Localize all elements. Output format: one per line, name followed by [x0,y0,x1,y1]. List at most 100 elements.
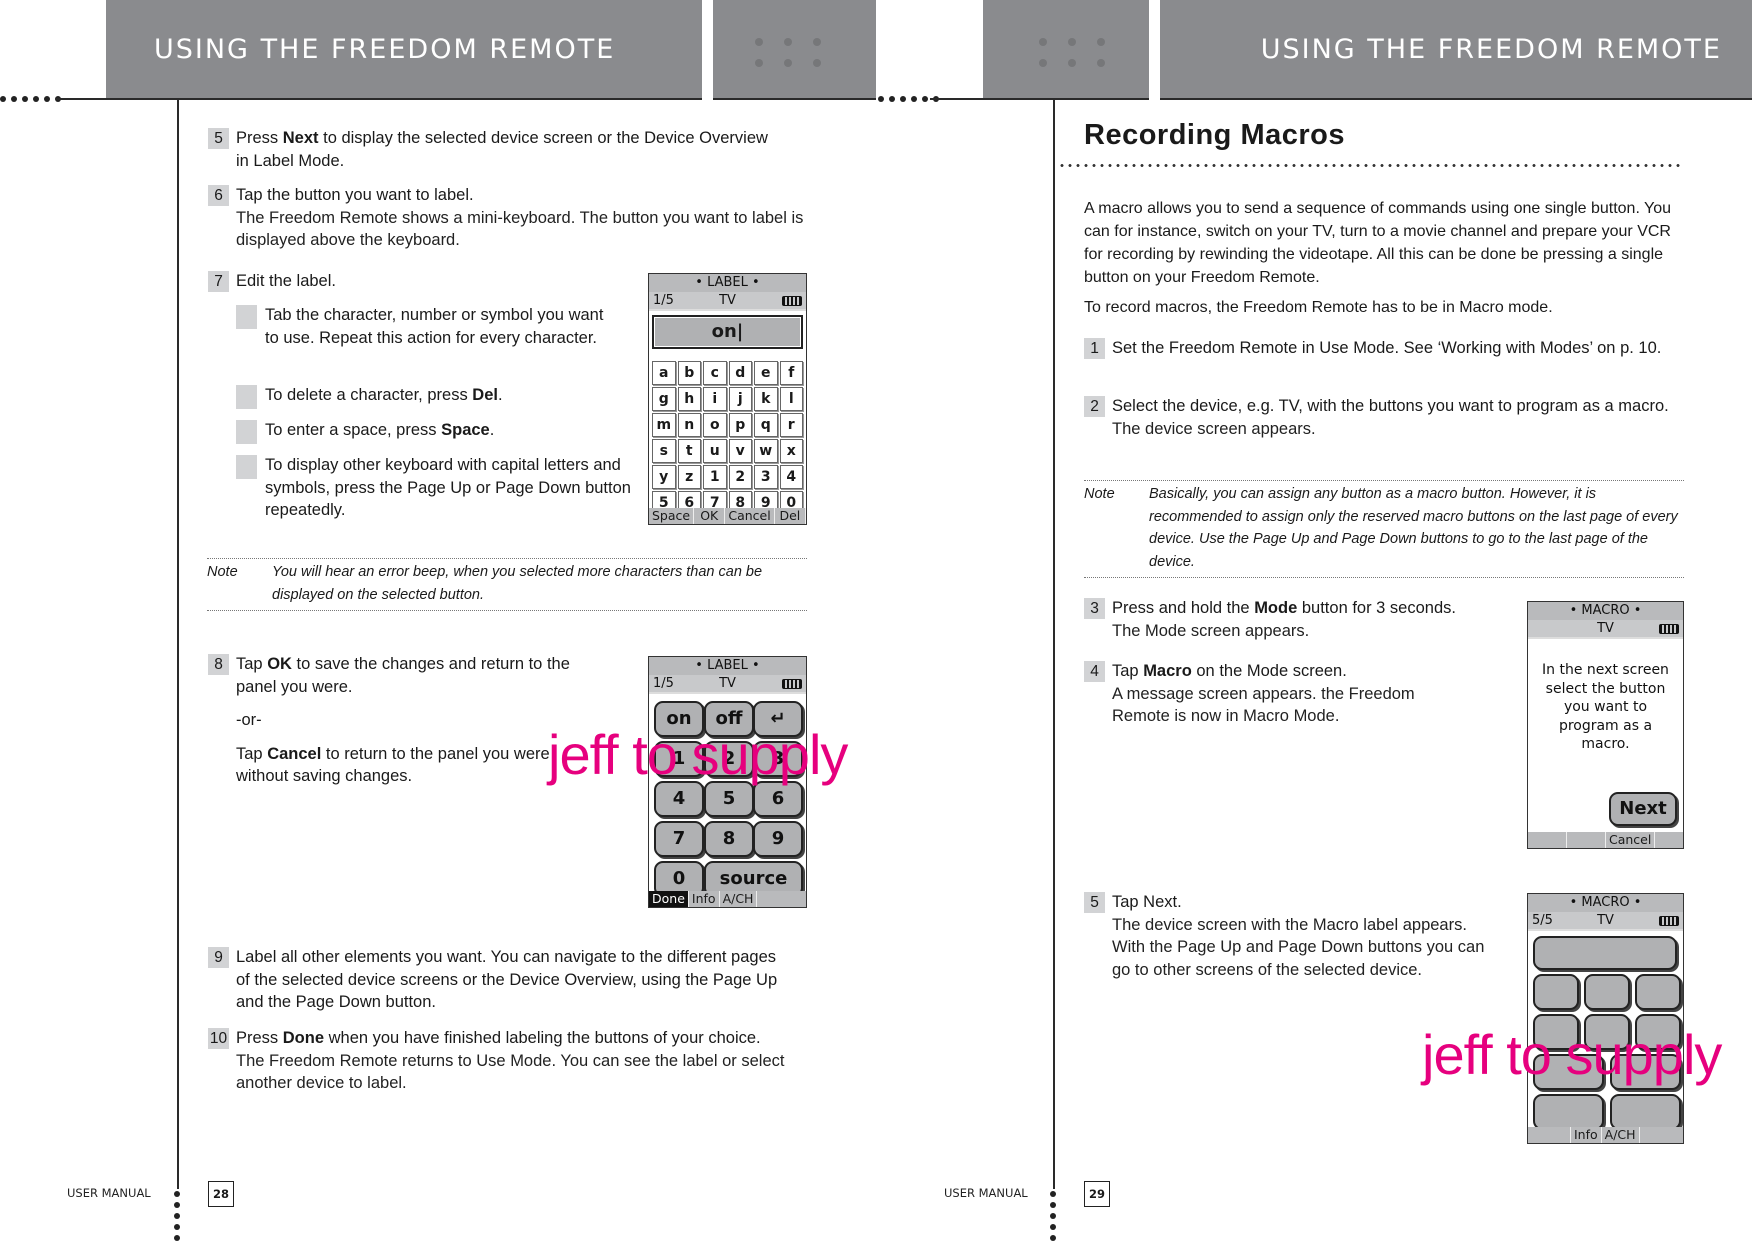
keyboard-key[interactable]: n [677,413,701,437]
footer-button-ok[interactable]: OK [694,508,726,524]
bullet-square [236,385,257,409]
ach-button[interactable]: A/CH [1602,1127,1640,1143]
macro-slot-button[interactable] [1584,974,1630,1010]
keyboard-key[interactable]: 4 [779,465,803,489]
step-number: 5 [208,128,229,149]
step-8: 8 Tap OK to save the changes and return … [208,653,598,788]
keyboard-key[interactable]: 1 [703,465,727,489]
keyboard-key[interactable]: p [728,413,752,437]
remote-button[interactable]: 9 [753,821,803,857]
device-screen-macro-message: • MACRO • TV In the next screen select t… [1527,601,1684,849]
placeholder-stamp: jeff to supply [1422,1023,1722,1086]
section-dotted-rule [1058,164,1684,167]
mini-keyboard: abcdefghijklmnopqrstuvwxyz1234567890 [649,353,806,515]
keyboard-key[interactable]: c [703,361,727,385]
keyboard-key[interactable]: q [754,413,778,437]
keyboard-key[interactable]: 2 [728,465,752,489]
left-header-band: USING THE FREEDOM REMOTE [106,0,702,99]
right-header-title: USING THE FREEDOM REMOTE [1260,34,1722,65]
remote-button[interactable]: 8 [704,821,754,857]
note-box: Note Basically, you can assign any butto… [1084,480,1684,578]
keyboard-key[interactable]: i [703,387,727,411]
step-5: 5 Press Next to display the selected dev… [208,127,768,172]
info-button[interactable]: Info [1571,1127,1602,1143]
bullet-square [236,455,257,479]
step-number: 4 [1084,661,1105,682]
keyboard-key[interactable]: e [754,361,778,385]
macro-slot-button[interactable] [1533,974,1579,1010]
step-number: 2 [1084,396,1105,417]
keyboard-key[interactable]: t [677,439,701,463]
right-margin-rule [1053,99,1055,1189]
keyboard-key[interactable]: x [779,439,803,463]
screen-footer: Done Info A/CH [649,891,806,907]
screen-message: In the next screen select the button you… [1542,662,1669,752]
next-button[interactable]: Next [1609,792,1677,826]
keyboard-key[interactable]: d [728,361,752,385]
keyboard-key[interactable]: m [652,413,676,437]
keyboard-key[interactable]: j [728,387,752,411]
keyboard-key[interactable]: o [703,413,727,437]
remote-button[interactable]: 4 [654,781,704,817]
left-header-rule-2 [713,98,876,100]
step-10: 10 Press Done when you have finished lab… [208,1028,785,1092]
footer-button-ach[interactable]: A/CH [720,891,758,907]
right-header-rule [930,98,1149,100]
macro-slot-button[interactable] [1635,974,1681,1010]
step-number: 7 [208,271,229,292]
left-margin-rule [177,99,179,1189]
page-number: 28 [208,1181,234,1207]
keyboard-key[interactable]: a [652,361,676,385]
footer-button-cancel[interactable]: Cancel [725,508,775,524]
keyboard-key[interactable]: b [677,361,701,385]
keyboard-key[interactable]: k [754,387,778,411]
keyboard-key[interactable]: g [652,387,676,411]
left-margin-dots [174,1191,180,1241]
screen-status-bar: TV [1528,620,1683,639]
keyboard-key[interactable]: u [703,439,727,463]
step-number: 10 [208,1028,229,1049]
right-header-rule-2 [1160,98,1752,100]
battery-icon [782,679,802,689]
label-text-field[interactable]: on| [652,315,803,349]
cancel-button[interactable]: Cancel [1606,832,1656,848]
keyboard-key[interactable]: 3 [754,465,778,489]
keyboard-key[interactable]: l [779,387,803,411]
remote-button[interactable]: 7 [654,821,704,857]
macro-slot-button[interactable] [1533,1094,1604,1130]
step-number: 1 [1084,338,1105,359]
remote-button[interactable]: 5 [704,781,754,817]
step-number: 6 [208,185,229,206]
remote-button[interactable]: 6 [753,781,803,817]
step-6: 6 Tap the button you want to label. The … [208,184,808,252]
keyboard-key[interactable]: w [754,439,778,463]
macro-slot-button[interactable] [1533,936,1677,970]
screen-footer: Info A/CH [1528,1127,1683,1143]
screen-title: • LABEL • [649,274,806,292]
macro-slot-button[interactable] [1610,1094,1681,1130]
keyboard-key[interactable]: r [779,413,803,437]
footer-button-del[interactable]: Del [775,508,806,524]
footer-button-space[interactable]: Space [649,508,695,524]
step-number: 9 [208,947,229,968]
left-dot-leader [0,96,61,102]
device-screen-label-keyboard: • LABEL • 1/5 TV on| abcdef ghijkl mnopqr s… [648,273,807,525]
left-header-rule [56,98,702,100]
keyboard-key[interactable]: v [728,439,752,463]
keyboard-key[interactable]: z [677,465,701,489]
step-number: 3 [1084,598,1105,619]
footer-button-info[interactable]: Info [689,891,720,907]
bullet-item: To display other keyboard with capital l… [236,454,646,522]
keyboard-key[interactable]: f [779,361,803,385]
keyboard-key[interactable]: s [652,439,676,463]
keyboard-key[interactable]: h [677,387,701,411]
keyboard-key[interactable]: y [652,465,676,489]
intro-paragraph: A macro allows you to send a sequence of… [1084,200,1672,286]
footer-button-done[interactable]: Done [649,891,689,907]
step-2: 2 Select the device, e.g. TV, with the b… [1084,395,1684,440]
device-screen-macro-buttons: • MACRO • 5/5 TV Info A/CH [1527,893,1684,1144]
step-9: 9 Label all other elements you want. You… [208,946,788,1014]
battery-icon [782,296,802,306]
page-number: 29 [1084,1181,1110,1207]
bullet-item: To delete a character, press Del. [236,384,606,409]
